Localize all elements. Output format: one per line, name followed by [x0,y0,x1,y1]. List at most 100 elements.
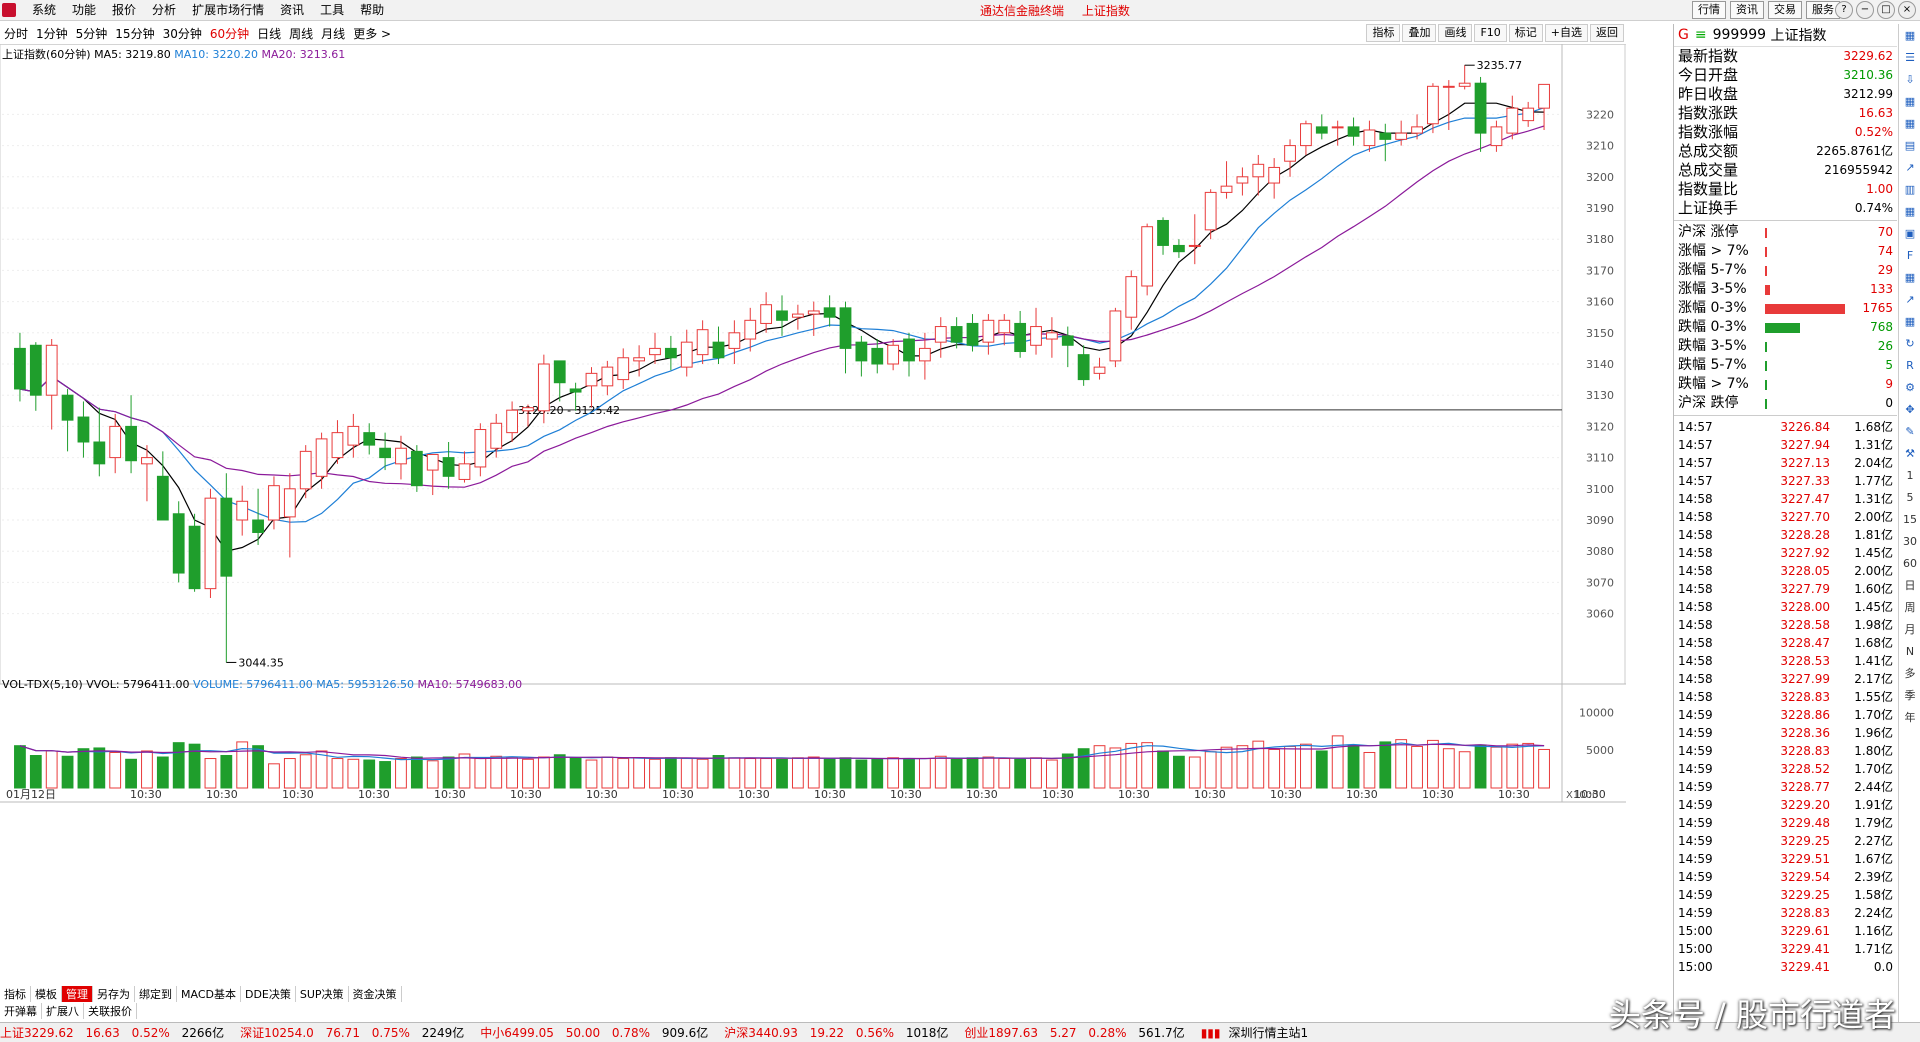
sidebar-period-11[interactable]: 年 [1900,707,1920,728]
distribution-row: 涨幅 3-5% 133 [1674,280,1897,299]
settings-icon[interactable]: ⚙ [1900,377,1920,398]
menu-item[interactable]: 工具 [312,2,352,18]
chart-tool-button[interactable]: 标记 [1508,24,1543,42]
move-icon[interactable]: ✥ [1900,399,1920,420]
bottom-tab[interactable]: 资金决策 [349,986,402,1002]
menu-item[interactable]: 资讯 [272,2,312,18]
bottom-tab[interactable]: DDE决策 [241,986,296,1002]
sidebar-period-4[interactable]: 60 [1900,553,1920,574]
status-cy[interactable]: 创业1897.63 5.27 0.28% 561.7亿 [964,1024,1192,1041]
distribution-count: 74 [1877,244,1893,258]
period-tab[interactable]: 30分钟 [163,25,202,42]
close-icon[interactable]: × [1898,1,1916,19]
bottom-tab[interactable]: MACD基本 [177,986,241,1002]
menu-item[interactable]: 报价 [104,2,144,18]
status-hs[interactable]: 沪深3440.93 19.22 0.56% 1018亿 [724,1024,956,1041]
tick-amount: 2.39亿 [1854,870,1893,884]
news-icon[interactable]: ▣ [1900,223,1920,244]
chart-tool-button[interactable]: 返回 [1590,24,1624,42]
menu-item[interactable]: 系统 [24,2,64,18]
status-sh[interactable]: 上证3229.62 16.63 0.52% 2266亿 [0,1024,232,1041]
status-sh-pct: 0.52% [131,1026,170,1040]
period-tab[interactable]: 月线 [321,25,345,42]
menu-item[interactable]: 帮助 [352,2,392,18]
tool-icon[interactable]: ⚒ [1900,443,1920,464]
grid-icon[interactable]: ▦ [1900,91,1920,112]
server-name[interactable]: 深圳行情主站1 [1229,1024,1309,1041]
sidebar-period-2[interactable]: 15 [1900,509,1920,530]
top-tab[interactable]: 行情 [1692,1,1726,19]
sidebar-period-7[interactable]: 月 [1900,619,1920,640]
help-icon[interactable]: ? [1835,1,1853,19]
candle-body [1236,176,1249,184]
sidebar-period-9[interactable]: 多 [1900,663,1920,684]
bottom-tab[interactable]: 绑定到 [135,986,177,1002]
sidebar-period-1[interactable]: 5 [1900,487,1920,508]
minimize-icon[interactable]: − [1856,1,1874,19]
volume-bar [1157,750,1169,789]
chart-tool-button[interactable]: 叠加 [1402,24,1437,42]
grid-icon[interactable]: ▦ [1900,113,1920,134]
top-tab[interactable]: 交易 [1768,1,1802,19]
menu-item[interactable]: 扩展市场行情 [184,2,272,18]
bottom-tab-2[interactable]: 扩展八 [42,1003,84,1019]
f10-icon[interactable]: F [1900,245,1920,266]
grid-icon[interactable]: ▦ [1900,267,1920,288]
chart-tool-button[interactable]: F10 [1474,24,1507,42]
download-icon[interactable]: ⇩ [1900,69,1920,90]
bottom-tab-2[interactable]: 关联报价 [84,1003,137,1019]
maximize-icon[interactable]: □ [1877,1,1895,19]
menu-item[interactable]: 功能 [64,2,104,18]
grid-icon[interactable]: ▦ [1900,311,1920,332]
menu-item[interactable]: 分析 [144,2,184,18]
tick-list[interactable]: 14:57 3226.84 1.68亿 14:57 3227.94 1.31亿 14:57 3… [1674,418,1897,976]
list-icon[interactable]: ☰ [1900,47,1920,68]
pen-icon[interactable]: ✎ [1900,421,1920,442]
chart-tool-button[interactable]: 画线 [1438,24,1473,42]
bottom-tab[interactable]: 管理 [62,986,93,1002]
quote-label: 今日开盘 [1678,66,1739,84]
sidebar-period-10[interactable]: 季 [1900,685,1920,706]
sidebar-period-8[interactable]: N [1900,641,1920,662]
calendar-icon[interactable]: ▤ [1900,135,1920,156]
chart-icon[interactable]: ↗ [1900,157,1920,178]
rsi-label[interactable]: R [1900,355,1920,376]
bottom-tab[interactable]: 指标 [0,986,31,1002]
grid-icon[interactable]: ▦ [1900,201,1920,222]
period-tab[interactable]: 60分钟 [210,25,249,42]
bottom-tab-2[interactable]: 开弹幕 [0,1003,42,1019]
status-sz[interactable]: 深证10254.0 76.71 0.75% 2249亿 [240,1024,472,1041]
period-tab[interactable]: 1分钟 [36,25,68,42]
kline-chart[interactable]: 3060 3070 3080 3090 3100 3110 3120 3130 3140 3150… [0,44,1626,1006]
distribution-row: 跌幅 > 7% 9 [1674,375,1897,394]
tick-price: 3228.58 [1780,618,1830,632]
chart-tool-button[interactable]: +自选 [1544,24,1588,42]
period-tab[interactable]: 15分钟 [115,25,154,42]
sidebar-period-0[interactable]: 1 [1900,465,1920,486]
period-tab[interactable]: 周线 [289,25,313,42]
status-zx[interactable]: 中小6499.05 50.00 0.78% 909.6亿 [480,1024,716,1041]
x-tick-label: 10:30 [1270,788,1302,801]
volume-bar [45,750,58,789]
period-tab[interactable]: 更多 > [353,25,391,42]
bottom-tab[interactable]: SUP决策 [296,986,349,1002]
chart-tool-button[interactable]: 指标 [1366,24,1401,42]
tick-amount: 2.04亿 [1854,456,1893,470]
chart-icon[interactable]: ↗ [1900,289,1920,310]
period-tab[interactable]: 分时 [4,25,28,42]
bottom-tab[interactable]: 另存为 [93,986,135,1002]
volume-bar [1506,743,1519,789]
sidebar-period-3[interactable]: 30 [1900,531,1920,552]
top-tab[interactable]: 资讯 [1730,1,1764,19]
bottom-tab[interactable]: 模板 [31,986,62,1002]
bar-icon[interactable]: ▥ [1900,179,1920,200]
tick-amount: 1.45亿 [1854,600,1893,614]
sidebar-period-5[interactable]: 日 [1900,575,1920,596]
period-tab[interactable]: 日线 [257,25,281,42]
period-tab[interactable]: 5分钟 [76,25,108,42]
grid-icon[interactable]: ▦ [1900,25,1920,46]
sidebar-period-6[interactable]: 周 [1900,597,1920,618]
quote-label: 指数涨幅 [1678,123,1739,141]
refresh-icon[interactable]: ↻ [1900,333,1920,354]
tick-row: 14:58 3227.70 2.00亿 [1674,508,1897,526]
